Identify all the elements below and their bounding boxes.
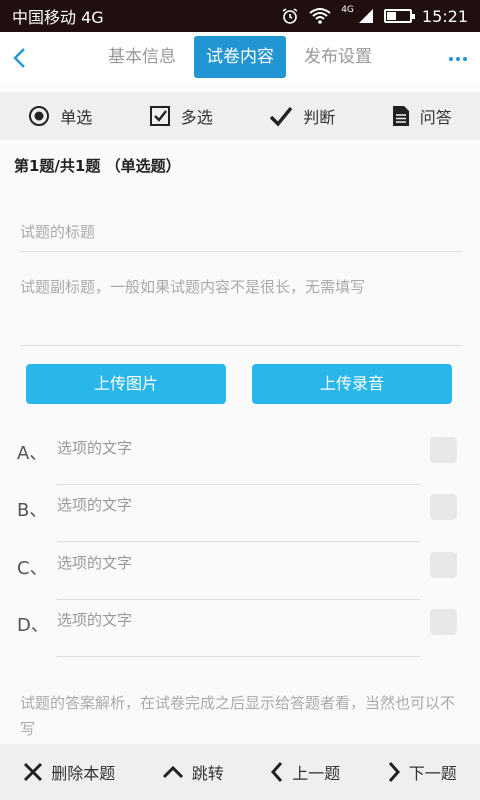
status-icons: 4G 15:21 <box>281 5 468 26</box>
correct-answer-checkbox[interactable] <box>430 552 457 578</box>
delete-label: 删除本题 <box>51 764 116 783</box>
chevron-left-icon[interactable] <box>10 46 30 70</box>
previous-question-button[interactable]: 上一题 <box>270 760 340 784</box>
document-icon <box>392 106 409 126</box>
option-letter: B、 <box>17 500 48 521</box>
question-subtitle-input[interactable] <box>20 270 462 346</box>
previous-label: 上一题 <box>292 764 341 783</box>
option-row-a: A、 <box>0 431 480 487</box>
type-single-choice[interactable]: 单选 <box>28 104 92 128</box>
type-label: 判断 <box>303 108 336 127</box>
battery-fill <box>386 12 396 20</box>
checkbox-icon <box>149 106 170 126</box>
type-label: 多选 <box>180 108 213 127</box>
option-text-input[interactable] <box>57 603 420 657</box>
top-nav: 基本信息 试卷内容 发布设置 <box>0 32 480 84</box>
answer-explanation-input[interactable] <box>20 690 462 740</box>
option-letter: A、 <box>17 443 48 464</box>
delete-question-button[interactable]: 删除本题 <box>23 760 115 784</box>
option-row-b: B、 <box>0 488 480 544</box>
jump-button[interactable]: 跳转 <box>162 760 224 784</box>
question-counter: 第1题/共1题 （单选题） <box>14 157 181 175</box>
tab-publish-settings[interactable]: 发布设置 <box>292 36 384 78</box>
jump-label: 跳转 <box>191 764 224 783</box>
type-true-false[interactable]: 判断 <box>269 104 335 128</box>
tab-bar: 基本信息 试卷内容 发布设置 <box>96 36 384 78</box>
option-text-input[interactable] <box>57 431 420 485</box>
tab-paper-content[interactable]: 试卷内容 <box>194 36 286 78</box>
option-text-input[interactable] <box>57 488 420 542</box>
chevron-left-icon <box>271 762 283 782</box>
close-icon <box>24 762 43 782</box>
next-label: 下一题 <box>408 764 457 783</box>
option-row-c: C、 <box>0 546 480 602</box>
type-multiple-choice[interactable]: 多选 <box>149 104 213 128</box>
question-type-selector: 单选 多选 判断 问答 <box>0 92 480 140</box>
option-letter: D、 <box>17 615 49 636</box>
type-short-answer[interactable]: 问答 <box>392 104 452 128</box>
tab-basic-info[interactable]: 基本信息 <box>96 36 188 78</box>
alarm-icon <box>282 8 298 24</box>
type-label: 单选 <box>60 108 93 127</box>
type-label: 问答 <box>419 108 452 127</box>
upload-image-button[interactable]: 上传图片 <box>26 364 226 404</box>
chevron-right-icon <box>388 762 400 782</box>
signal-icon <box>358 9 373 23</box>
next-question-button[interactable]: 下一题 <box>387 760 457 784</box>
option-text-input[interactable] <box>57 546 420 600</box>
carrier-label: 中国移动 4G <box>12 8 104 27</box>
option-letter: C、 <box>17 558 48 579</box>
correct-answer-checkbox[interactable] <box>430 609 457 635</box>
battery-icon <box>383 9 415 23</box>
status-bar: 中国移动 4G 4G 15:21 <box>0 0 480 32</box>
status-time: 15:21 <box>421 6 468 26</box>
bottom-action-bar: 删除本题 跳转 上一题 下一题 <box>0 744 480 800</box>
checkmark-icon <box>270 106 293 127</box>
correct-answer-checkbox[interactable] <box>430 494 457 520</box>
upload-audio-button[interactable]: 上传录音 <box>252 364 452 404</box>
question-title-input[interactable] <box>20 212 462 252</box>
chevron-up-icon <box>162 765 183 779</box>
option-row-d: D、 <box>0 603 480 659</box>
network-4g-badge: 4G <box>341 5 354 15</box>
wifi-icon <box>309 8 331 24</box>
correct-answer-checkbox[interactable] <box>430 437 457 463</box>
radio-icon <box>29 106 50 126</box>
ellipsis-icon[interactable] <box>446 47 470 71</box>
